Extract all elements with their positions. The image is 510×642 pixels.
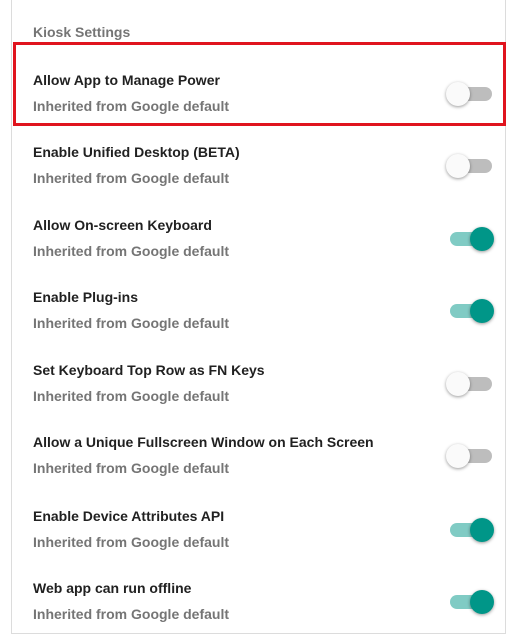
toggle-switch[interactable]: [446, 442, 496, 470]
toggle-switch[interactable]: [446, 588, 496, 616]
toggle-switch[interactable]: [446, 152, 496, 180]
setting-subtitle: Inherited from Google default: [33, 170, 230, 186]
setting-row-device-attributes-api: Enable Device Attributes API Inherited f…: [12, 494, 505, 566]
setting-title: Allow App to Manage Power: [33, 72, 220, 88]
toggle-knob: [446, 82, 470, 106]
setting-subtitle: Inherited from Google default: [33, 98, 230, 114]
setting-title: Set Keyboard Top Row as FN Keys: [33, 362, 265, 378]
toggle-switch[interactable]: [446, 225, 496, 253]
toggle-knob: [470, 227, 494, 251]
setting-row-keyboard-top-row-fn: Set Keyboard Top Row as FN Keys Inherite…: [12, 348, 505, 420]
toggle-switch[interactable]: [446, 516, 496, 544]
setting-subtitle: Inherited from Google default: [33, 388, 230, 404]
toggle-knob: [470, 590, 494, 614]
setting-subtitle: Inherited from Google default: [33, 243, 230, 259]
setting-row-enable-unified-desktop: Enable Unified Desktop (BETA) Inherited …: [12, 130, 505, 202]
setting-row-allow-app-manage-power: Allow App to Manage Power Inherited from…: [12, 58, 505, 130]
setting-title: Allow a Unique Fullscreen Window on Each…: [33, 434, 374, 450]
toggle-switch[interactable]: [446, 80, 496, 108]
toggle-switch[interactable]: [446, 370, 496, 398]
setting-title: Web app can run offline: [33, 580, 192, 596]
kiosk-settings-panel: Kiosk Settings Allow App to Manage Power…: [11, 0, 506, 634]
section-title: Kiosk Settings: [33, 24, 131, 40]
toggle-knob: [446, 372, 470, 396]
toggle-switch[interactable]: [446, 297, 496, 325]
setting-title: Enable Device Attributes API: [33, 508, 225, 524]
setting-title: Enable Plug-ins: [33, 289, 139, 305]
setting-row-web-app-run-offline: Web app can run offline Inherited from G…: [12, 566, 505, 638]
toggle-knob: [446, 444, 470, 468]
setting-subtitle: Inherited from Google default: [33, 315, 230, 331]
toggle-knob: [470, 518, 494, 542]
setting-title: Enable Unified Desktop (BETA): [33, 144, 240, 160]
setting-subtitle: Inherited from Google default: [33, 606, 230, 622]
setting-title: Allow On-screen Keyboard: [33, 217, 212, 233]
setting-row-allow-onscreen-keyboard: Allow On-screen Keyboard Inherited from …: [12, 203, 505, 275]
setting-subtitle: Inherited from Google default: [33, 460, 230, 476]
toggle-knob: [470, 299, 494, 323]
toggle-knob: [446, 154, 470, 178]
setting-row-unique-fullscreen-window: Allow a Unique Fullscreen Window on Each…: [12, 420, 505, 492]
setting-subtitle: Inherited from Google default: [33, 534, 230, 550]
setting-row-enable-plugins: Enable Plug-ins Inherited from Google de…: [12, 275, 505, 347]
